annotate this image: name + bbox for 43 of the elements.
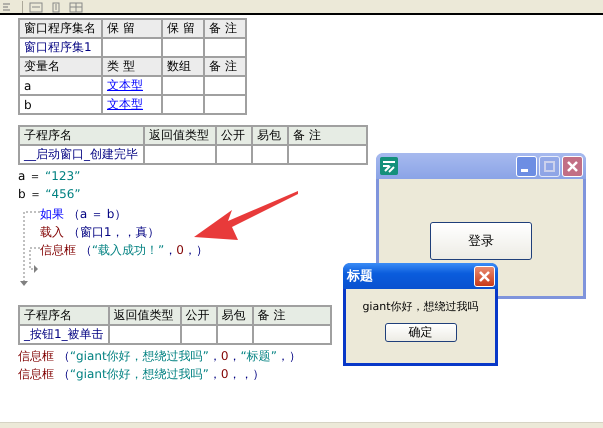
- code-line: a ＝ “123”: [18, 168, 80, 185]
- column-header: 窗口程序集名: [19, 19, 102, 38]
- maximize-button[interactable]: [539, 156, 560, 176]
- code-line: 信息框 （“giant你好，想绕过我吗”，0，，）: [18, 366, 265, 383]
- code-line: 载入 （窗口1，，真）: [40, 224, 160, 241]
- code-line: 信息框 （“载入成功！”，0，）: [40, 242, 208, 259]
- code-line: 信息框 （“giant你好，想绕过我吗”，0，“标题”，）: [18, 348, 301, 365]
- code-line: 如果 （a ＝ b）: [40, 206, 126, 223]
- maximize-icon: [543, 160, 556, 172]
- column-header: 数组: [162, 57, 204, 76]
- table-cell: __启动窗口_创建完毕: [19, 145, 144, 164]
- column-header: 备 注: [204, 19, 246, 38]
- close-icon: [566, 160, 579, 172]
- column-header: 保 留: [102, 19, 162, 38]
- table-cell: a: [19, 76, 102, 95]
- login-button[interactable]: 登录: [430, 222, 532, 260]
- close-button[interactable]: [474, 266, 495, 286]
- column-header: 备 注: [252, 306, 331, 325]
- column-header: 易包: [216, 306, 253, 325]
- close-icon: [478, 270, 491, 282]
- ok-button[interactable]: 确定: [384, 323, 456, 342]
- column-header: 返回值类型: [144, 126, 216, 145]
- column-header: 公开: [216, 126, 252, 145]
- column-header: 易包: [252, 126, 288, 145]
- column-header: 公开: [180, 306, 217, 325]
- minimize-icon: [521, 168, 528, 172]
- dialog-message: giant你好，想绕过我吗: [362, 299, 479, 314]
- column-header: 变量名: [19, 57, 102, 76]
- minimize-button[interactable]: [516, 156, 537, 176]
- column-header: 返回值类型: [108, 306, 181, 325]
- column-header: 保 留: [162, 19, 204, 38]
- close-button[interactable]: [562, 156, 583, 176]
- dialog-title: 标题: [347, 268, 373, 285]
- app-logo-icon: [380, 157, 398, 175]
- table-cell: b: [19, 95, 102, 114]
- code-line: b ＝ “456”: [18, 186, 81, 203]
- grid-icon[interactable]: [69, 2, 83, 13]
- column-header: 备 注: [204, 57, 246, 76]
- table-cell: _按钮1_被单击: [19, 325, 109, 344]
- column-header: 子程序名: [19, 126, 144, 145]
- column-header: 类 型: [102, 57, 162, 76]
- column-header: 备 注: [288, 126, 367, 145]
- column-header: 子程序名: [19, 306, 109, 325]
